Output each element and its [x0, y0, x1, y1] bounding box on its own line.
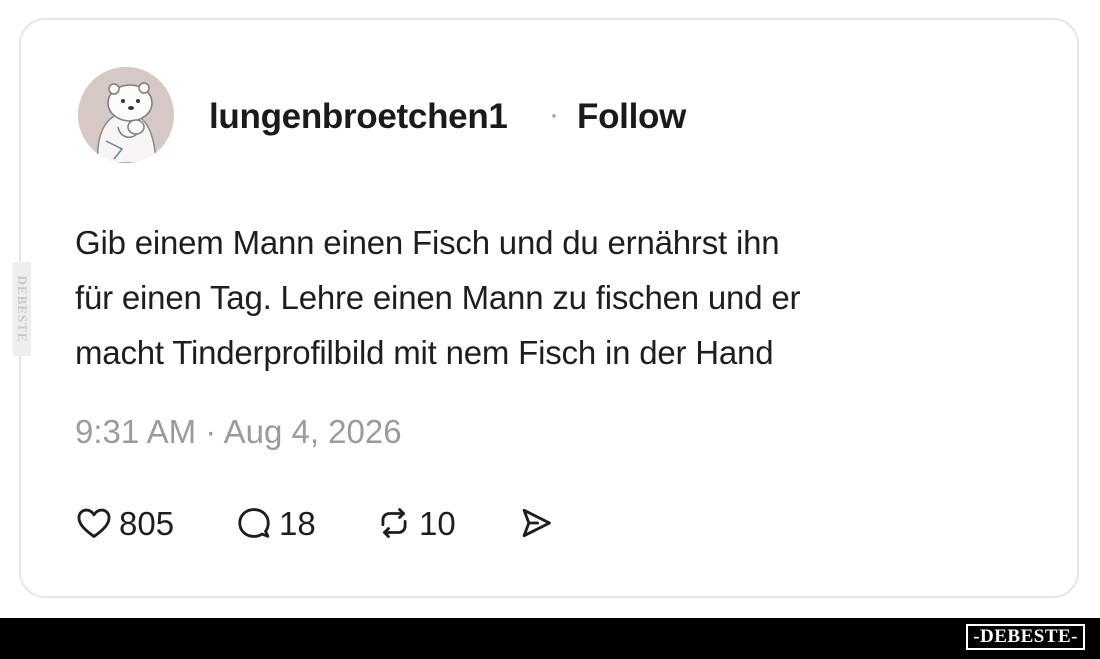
post-card: lungenbroetchen1 · Follow Gib einem Mann…	[19, 18, 1079, 598]
post-text: Gib einem Mann einen Fisch und du ernähr…	[75, 215, 1035, 380]
username[interactable]: lungenbroetchen1	[209, 99, 508, 134]
repost-icon	[381, 508, 407, 538]
repost-button[interactable]: 10	[375, 504, 517, 542]
repost-count: 10	[419, 504, 456, 542]
like-count: 805	[119, 504, 175, 542]
post-text-line: macht Tinderprofilbild mit nem Fisch in …	[75, 334, 774, 371]
share-icon	[522, 508, 551, 538]
post-text-line: für einen Tag. Lehre einen Mann zu fisch…	[75, 279, 801, 316]
bottom-watermark-bar: -DEBESTE-	[0, 618, 1100, 659]
post-text-line: Gib einem Mann einen Fisch und du ernähr…	[75, 224, 780, 261]
side-watermark: DEBESTE	[13, 262, 31, 356]
side-watermark-text: DEBESTE	[15, 275, 30, 343]
brand-watermark: -DEBESTE-	[966, 624, 1085, 650]
comment-button[interactable]: 18	[235, 504, 375, 542]
avatar[interactable]	[78, 67, 174, 163]
heart-icon	[77, 508, 111, 538]
polar-bear-avatar-icon	[78, 67, 174, 163]
action-bar: 805 18 10	[75, 501, 555, 545]
like-button[interactable]: 805	[75, 504, 235, 542]
follow-button[interactable]: Follow	[577, 99, 686, 134]
comment-icon	[238, 508, 270, 538]
comment-count: 18	[279, 504, 316, 542]
separator-dot: ·	[549, 98, 559, 131]
timestamp: 9:31 AM · Aug 4, 2026	[75, 413, 402, 450]
share-button[interactable]	[517, 504, 555, 542]
